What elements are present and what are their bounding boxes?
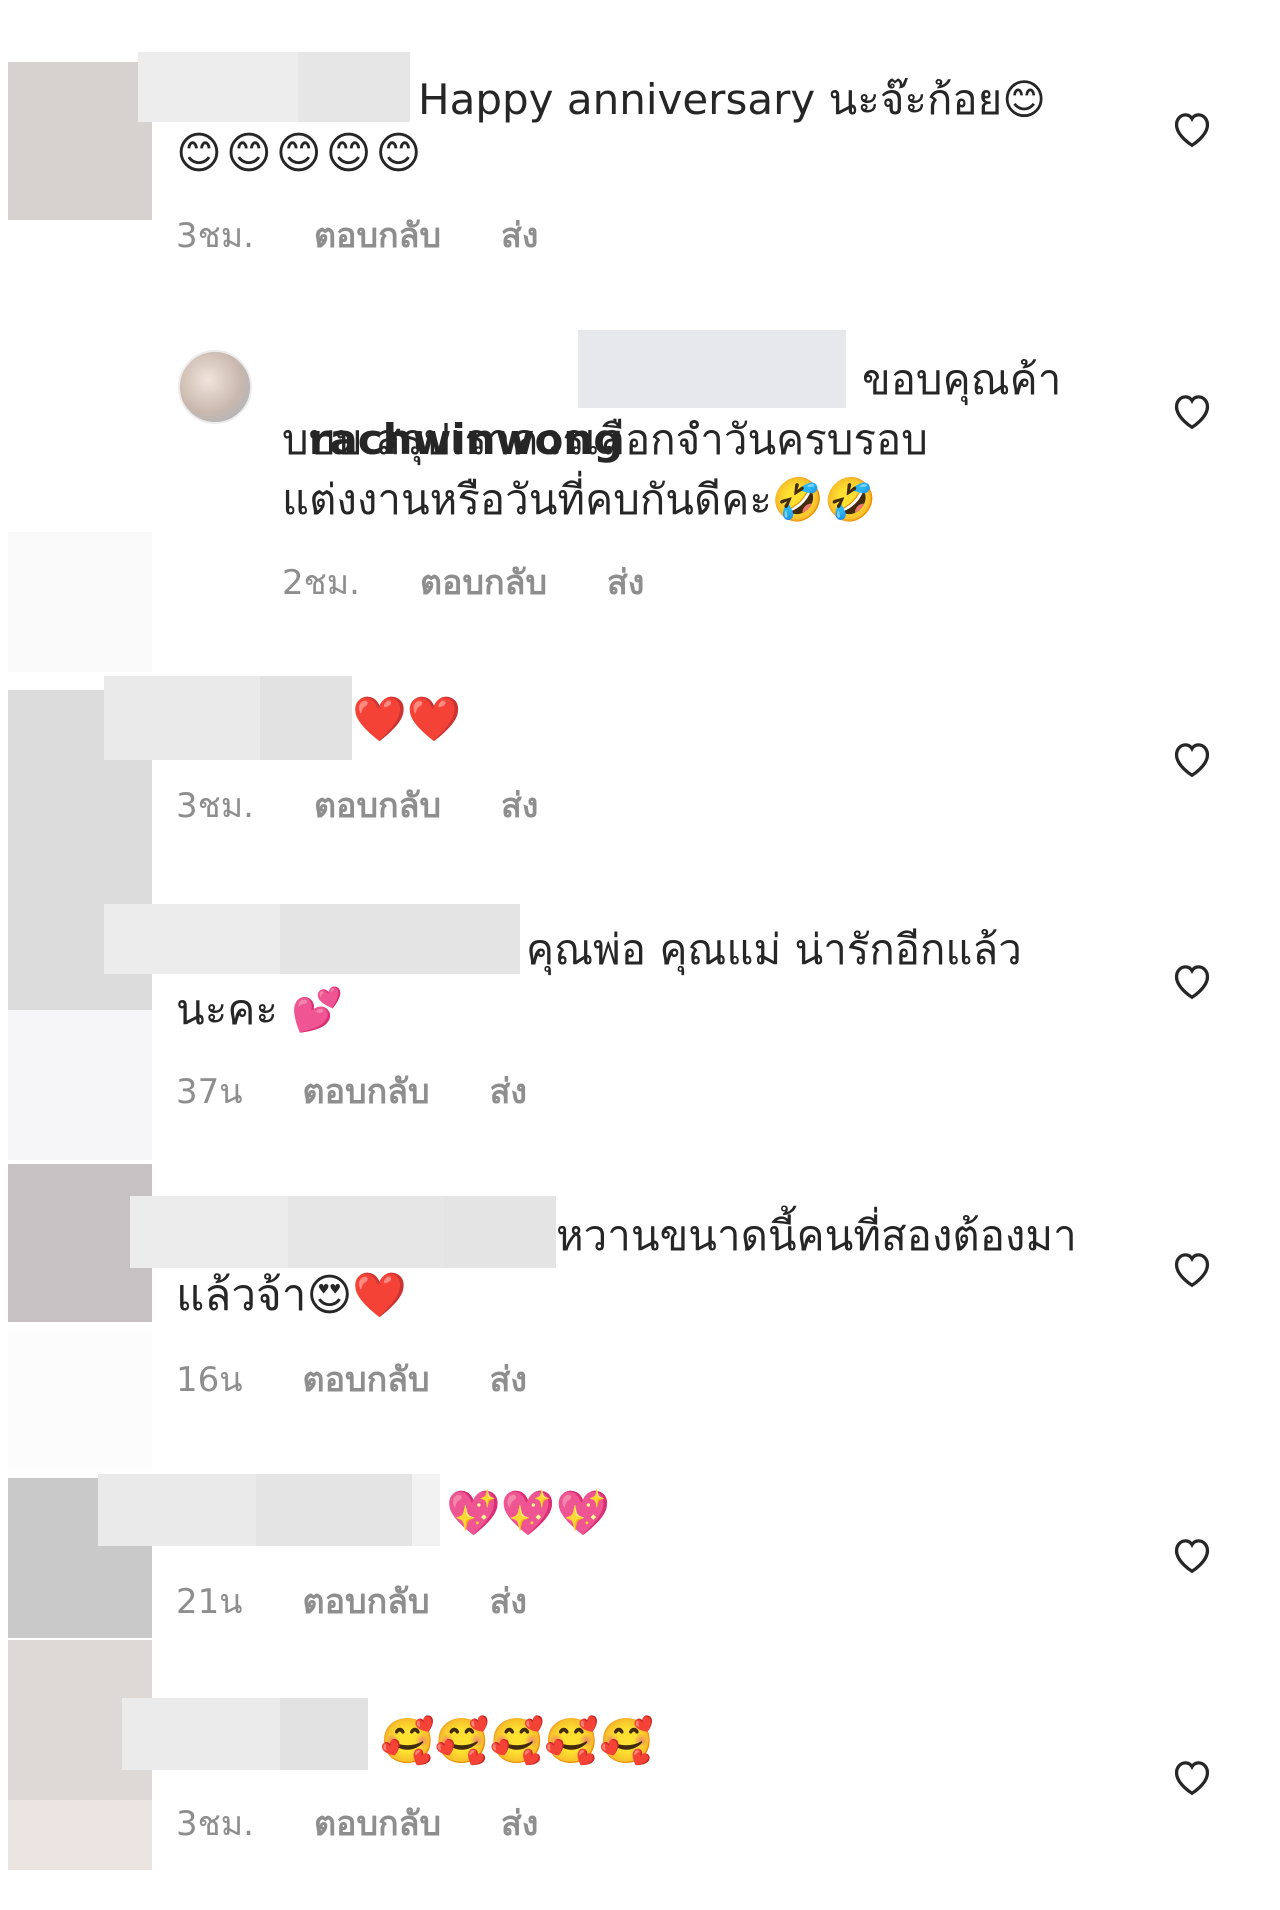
comment-timestamp: 21น xyxy=(176,1582,243,1622)
like-heart-icon[interactable] xyxy=(1170,1248,1214,1288)
send-button[interactable]: ส่ง xyxy=(490,1064,527,1118)
avatar-blurred xyxy=(8,1330,152,1470)
like-heart-icon[interactable] xyxy=(1170,108,1214,148)
comment-text: 😊😊😊😊😊 xyxy=(176,128,426,179)
comment-timestamp: 37น xyxy=(176,1072,243,1112)
comment-text: แล้วจ้า😍❤️ xyxy=(176,1270,408,1321)
comment-text: หวานขนาดนี้คนที่สองต้องมา xyxy=(556,1211,1077,1260)
comment-text: Happy anniversary นะจ๊ะก้อย😊 xyxy=(418,75,1047,124)
comment-text: คุณพ่อ คุณแม่ น่ารักอีกแล้ว xyxy=(526,925,1022,974)
comment-text: แต่งงานหรือวันที่คบกันดีคะ🤣🤣 xyxy=(282,475,877,524)
comment-timestamp: 3ชม. xyxy=(176,1804,254,1844)
send-button[interactable]: ส่ง xyxy=(501,1796,538,1850)
reply-button[interactable]: ตอบกลับ xyxy=(303,1064,430,1118)
send-button[interactable]: ส่ง xyxy=(501,778,538,832)
reply-button[interactable]: ตอบกลับ xyxy=(314,1796,441,1850)
reply-button[interactable]: ตอบกลับ xyxy=(314,778,441,832)
comment-text: บบบ สรุปเราควรเลือกจำวันครบรอบ xyxy=(282,415,928,464)
comment-timestamp: 3ชม. xyxy=(176,786,254,826)
comment-meta: 37น ตอบกลับ ส่ง xyxy=(176,1064,527,1118)
username-blurred[interactable] xyxy=(104,904,520,974)
like-heart-icon[interactable] xyxy=(1170,1756,1214,1796)
reply-button[interactable]: ตอบกลับ xyxy=(303,1352,430,1406)
username-blurred[interactable] xyxy=(130,1196,556,1268)
reply-button[interactable]: ตอบกลับ xyxy=(314,208,441,262)
send-button[interactable]: ส่ง xyxy=(501,208,538,262)
send-button[interactable]: ส่ง xyxy=(490,1574,527,1628)
like-heart-icon[interactable] xyxy=(1170,1534,1214,1574)
like-heart-icon[interactable] xyxy=(1170,960,1214,1000)
avatar-blurred[interactable] xyxy=(8,62,152,220)
username-blurred[interactable] xyxy=(98,1474,440,1546)
username-blurred[interactable] xyxy=(138,52,410,122)
like-heart-icon[interactable] xyxy=(1170,738,1214,778)
avatar-blurred xyxy=(8,1010,152,1160)
comment-text: ❤️❤️ xyxy=(352,694,462,745)
send-button[interactable]: ส่ง xyxy=(490,1352,527,1406)
avatar[interactable] xyxy=(178,350,252,424)
like-heart-icon[interactable] xyxy=(1170,390,1214,430)
comment-text: 🥰🥰🥰🥰🥰 xyxy=(380,1716,654,1767)
comment-meta: 2ชม. ตอบกลับ ส่ง xyxy=(282,555,644,609)
avatar-blurred xyxy=(8,1800,152,1870)
comment-meta: 21น ตอบกลับ ส่ง xyxy=(176,1574,527,1628)
comment-text: ขอบคุณค้า xyxy=(862,355,1062,404)
reply-button[interactable]: ตอบกลับ xyxy=(303,1574,430,1628)
comment-timestamp: 3ชม. xyxy=(176,216,254,256)
comment-timestamp: 16น xyxy=(176,1360,243,1400)
username-blurred[interactable] xyxy=(122,1698,368,1770)
comment-timestamp: 2ชม. xyxy=(282,563,360,603)
comment-text: 💖💖💖 xyxy=(446,1488,611,1539)
comment-text: นะคะ 💕 xyxy=(176,985,344,1034)
username-blurred[interactable] xyxy=(104,676,352,760)
comment-meta: 3ชม. ตอบกลับ ส่ง xyxy=(176,1796,538,1850)
mention-blurred[interactable] xyxy=(578,330,846,408)
send-button[interactable]: ส่ง xyxy=(607,555,644,609)
comment-meta: 16น ตอบกลับ ส่ง xyxy=(176,1352,527,1406)
comment-meta: 3ชม. ตอบกลับ ส่ง xyxy=(176,778,538,832)
comment-meta: 3ชม. ตอบกลับ ส่ง xyxy=(176,208,538,262)
reply-button[interactable]: ตอบกลับ xyxy=(420,555,547,609)
avatar-blurred xyxy=(8,532,152,672)
